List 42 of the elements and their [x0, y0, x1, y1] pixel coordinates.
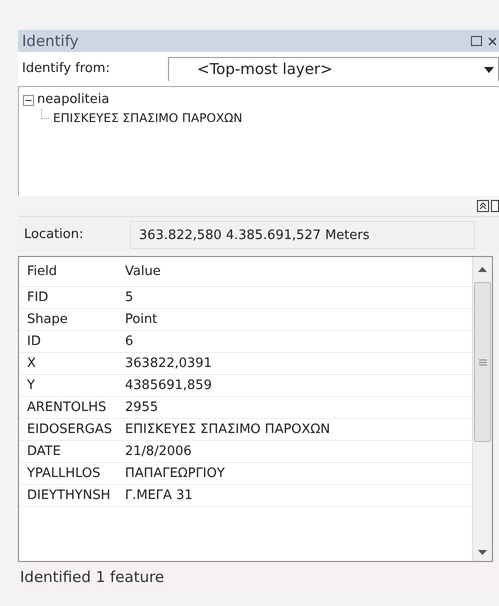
table-cell-text: 4385691,859: [125, 376, 213, 395]
location-label: Location:: [23, 226, 84, 244]
scroll-down-icon[interactable]: [478, 550, 487, 555]
status-text: Identified 1 feature: [19, 566, 164, 588]
layer-dropdown[interactable]: <Top-most layer>: [168, 57, 499, 81]
location-value: 363.822,580 4.385.691,527 Meters: [130, 220, 475, 248]
table-cell-text: 5: [125, 288, 134, 307]
tree-item[interactable]: ΕΠΙΣΚΕΥΕΣ ΣΠΑΣΙΜΟ ΠΑΡΟΧΩΝ: [53, 109, 242, 127]
table-cell-text: 21/8/2006: [125, 442, 193, 461]
table-cell-text: DIEYTHYNSH: [26, 486, 112, 505]
column-header: Field: [26, 262, 58, 281]
collapse-box-icon[interactable]: [23, 94, 34, 106]
table-cell-text: 2955: [125, 398, 160, 417]
table-cell-text: Y: [26, 376, 36, 395]
collapse-icon[interactable]: [477, 200, 489, 212]
column-header: Value: [125, 262, 162, 281]
table-cell-text: ID: [26, 332, 42, 351]
table-cell-text: Γ.ΜΕΓΑ 31: [125, 486, 194, 505]
table-cell-text: Point: [125, 310, 158, 329]
table-cell-text: Shape: [26, 310, 69, 329]
table-cell-text: X: [26, 354, 37, 373]
close-icon[interactable]: [488, 36, 497, 46]
table-cell-text: FID: [26, 288, 50, 307]
dropdown-arrow-icon[interactable]: [484, 66, 494, 72]
table-cell-text: YPALLHLOS: [26, 464, 102, 483]
scrollbar[interactable]: [472, 257, 492, 561]
table-cell-text: DATE: [26, 442, 62, 461]
table-cell-text: ARENTOLHS: [26, 398, 108, 417]
grip-icon: [478, 358, 486, 366]
identify-from-label: Identify from:: [22, 60, 111, 78]
table-cell-text: ΠΑΠΑΓΕΩΡΓΙΟΥ: [125, 464, 226, 483]
tree-item[interactable]: neapoliteia: [37, 90, 110, 110]
tree-connector-icon: [41, 109, 49, 119]
scroll-thumb[interactable]: [474, 282, 491, 442]
scroll-up-icon[interactable]: [478, 267, 487, 272]
table-cell-text: EIDOSERGAS: [26, 420, 114, 439]
table-cell-text: 6: [125, 332, 134, 351]
table-cell-text: 363822,0391: [125, 354, 213, 373]
window-title: Identify: [22, 30, 80, 52]
maximize-icon[interactable]: [471, 36, 482, 46]
table-cell-text: ΕΠΙΣΚΕΥΕΣ ΣΠΑΣΙΜΟ ΠΑΡΟΧΩΝ: [125, 420, 332, 439]
pane-icon[interactable]: [491, 200, 499, 212]
